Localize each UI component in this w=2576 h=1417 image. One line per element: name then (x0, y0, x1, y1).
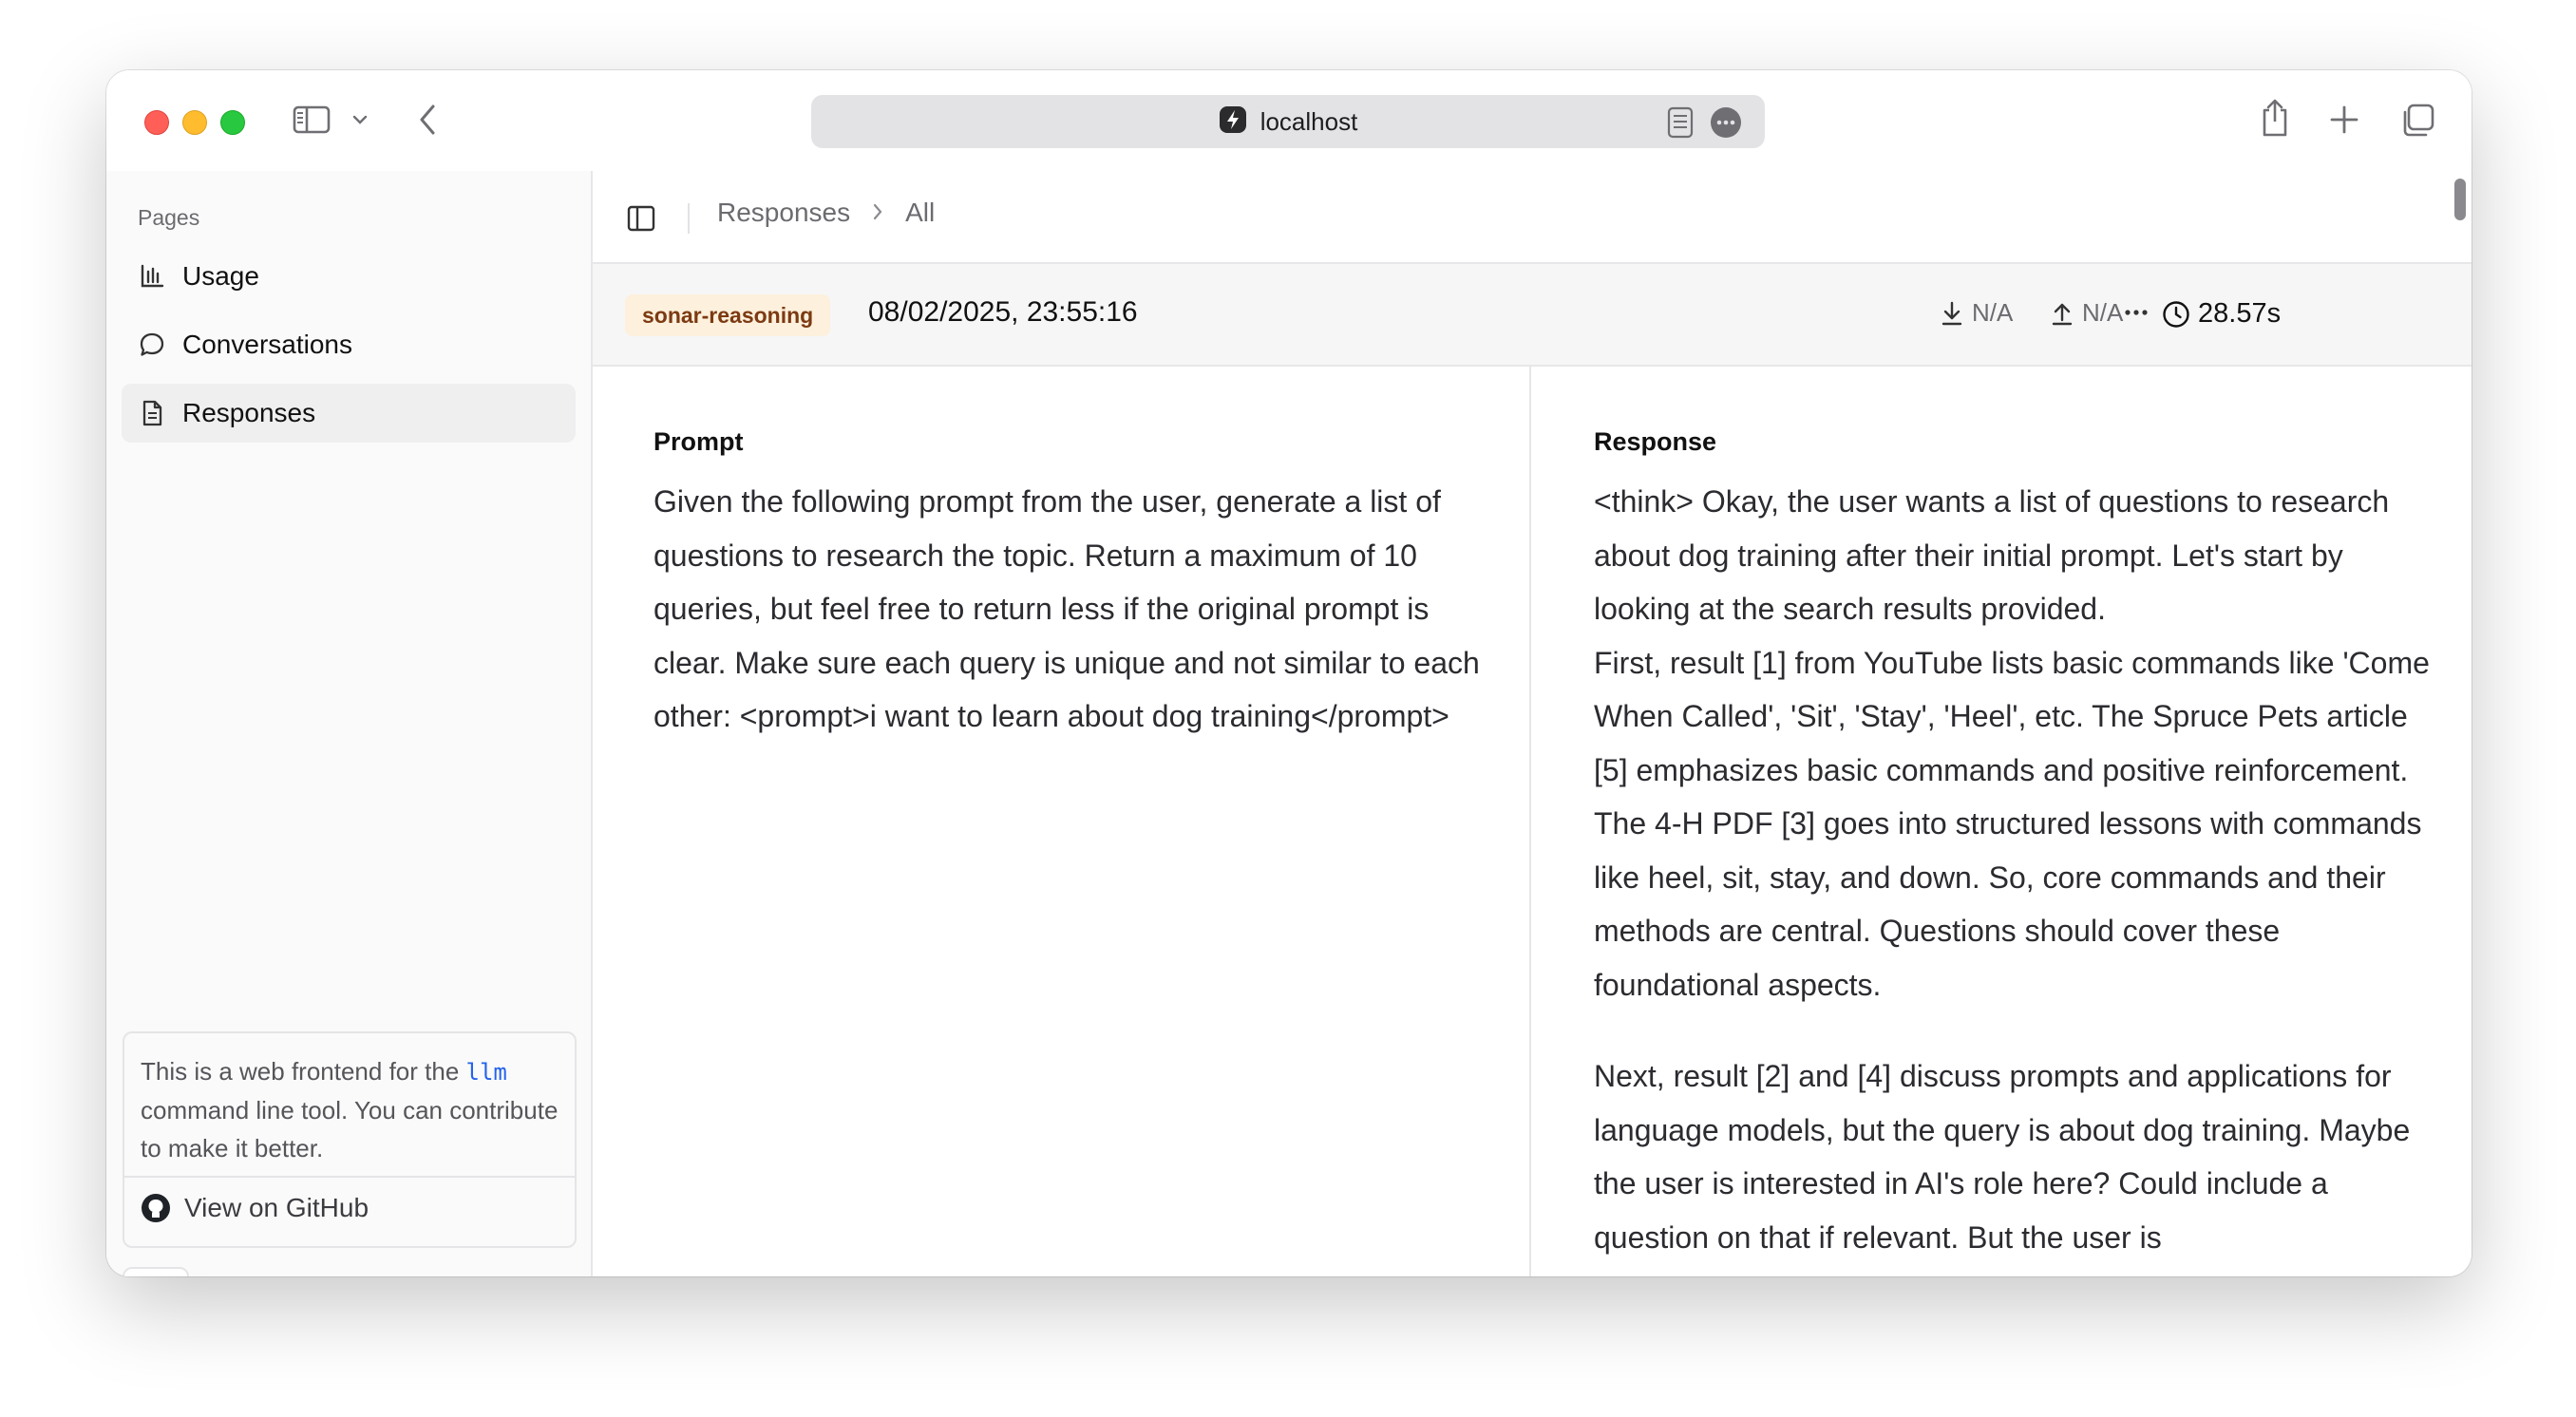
input-tokens-value: N/A (1972, 298, 2014, 327)
info-text-end: command line tool. You can contribute to… (141, 1096, 559, 1162)
sidebar-item-label: Usage (182, 261, 259, 291)
response-paragraph: <think> Okay, the user wants a list of q… (1594, 484, 2390, 626)
address-bar[interactable]: localhost (811, 95, 1765, 148)
github-link-label: View on GitHub (184, 1193, 369, 1222)
panel-left-icon (627, 205, 655, 232)
bar-chart-icon (141, 264, 164, 288)
breadcrumb: Responses All (717, 198, 935, 228)
more-icon[interactable] (1710, 106, 1742, 143)
output-tokens-stat: N/A (2050, 298, 2123, 328)
input-tokens-stat: N/A (1940, 298, 2013, 328)
response-text: <think> Okay, the user wants a list of q… (1594, 475, 2430, 1276)
llm-link[interactable]: llm (466, 1059, 507, 1086)
prompt-title: Prompt (653, 427, 744, 456)
site-favicon-icon (1219, 105, 1247, 139)
github-icon (142, 1194, 170, 1222)
chevron-right-icon (871, 198, 884, 228)
breadcrumb-item-all: All (905, 198, 936, 227)
sidebar-item-responses[interactable]: Responses (122, 384, 576, 443)
minimize-window-button[interactable] (182, 110, 207, 135)
prompt-text: Given the following prompt from the user… (653, 484, 1480, 733)
close-window-button[interactable] (144, 110, 169, 135)
chevron-down-icon[interactable] (351, 112, 369, 127)
sidebar-item-conversations[interactable]: Conversations (122, 315, 576, 374)
browser-toolbar: localhost (106, 70, 2472, 171)
sidebar-item-label: Conversations (182, 330, 352, 359)
content-panes: Prompt Given the following prompt from t… (593, 367, 2472, 1276)
response-paragraph: Next, result [2] and [4] discuss prompts… (1594, 1059, 2411, 1255)
divider (124, 1176, 575, 1178)
sidebar-item-label: Responses (182, 398, 316, 427)
info-text: This is a web frontend for the llm comma… (141, 1052, 566, 1167)
github-link[interactable]: View on GitHub (141, 1193, 369, 1223)
clock-icon (2163, 300, 2189, 328)
response-title: Response (1594, 427, 1717, 456)
divider (688, 203, 690, 234)
chat-bubble-icon (140, 332, 164, 356)
info-card: This is a web frontend for the llm comma… (123, 1031, 577, 1248)
response-meta-bar: sonar-reasoning 08/02/2025, 23:55:16 N/A… (593, 264, 2472, 367)
ellipsis-icon (2125, 310, 2148, 315)
zoom-window-button[interactable] (220, 110, 245, 135)
duration-stat: 28.57s (2162, 298, 2281, 330)
response-timestamp: 08/02/2025, 23:55:16 (868, 296, 1138, 328)
response-paragraph: First, result [1] from YouTube lists bas… (1594, 645, 2430, 1002)
toggle-sidebar-button[interactable] (627, 205, 655, 236)
sidebar-icon[interactable] (293, 104, 331, 135)
upload-icon (2052, 303, 2073, 325)
download-icon (1941, 301, 1962, 325)
reader-icon[interactable] (1666, 106, 1695, 143)
tabs-icon[interactable] (2399, 103, 2435, 139)
duration-value: 28.57s (2198, 298, 2282, 329)
breadcrumb-item-responses[interactable]: Responses (717, 198, 850, 228)
sidebar-section-label: Pages (138, 205, 200, 230)
prompt-pane: Prompt Given the following prompt from t… (593, 367, 1531, 1276)
plus-icon[interactable] (2329, 104, 2359, 135)
sidebar: Pages Usage Conversations Responses This… (106, 171, 593, 1276)
more-options-button[interactable] (2122, 298, 2150, 331)
document-icon (142, 400, 162, 426)
breadcrumb-bar: Responses All (593, 171, 2472, 264)
output-tokens-value: N/A (2082, 298, 2124, 327)
scrollbar[interactable] (2454, 179, 2466, 220)
response-pane: Response <think> Okay, the user wants a … (1533, 367, 2472, 1276)
url-text: localhost (1260, 106, 1358, 136)
theme-toggle-button[interactable] (123, 1267, 189, 1276)
model-badge: sonar-reasoning (625, 294, 831, 336)
share-icon[interactable] (2259, 97, 2291, 139)
main-content: Responses All sonar-reasoning 08/02/2025… (593, 171, 2472, 1276)
info-text-start: This is a web frontend for the (141, 1057, 460, 1086)
sidebar-item-usage[interactable]: Usage (122, 247, 576, 306)
browser-window: localhost Pages Usage Conversations Resp… (106, 70, 2472, 1276)
back-icon[interactable] (416, 103, 439, 137)
